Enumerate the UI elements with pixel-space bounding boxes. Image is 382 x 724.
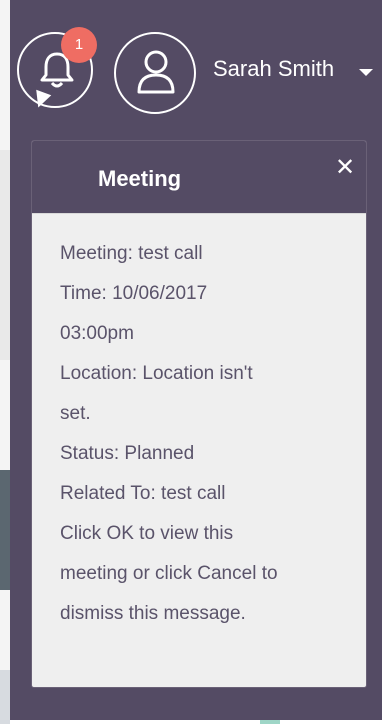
status-line: Status: Planned (60, 443, 195, 464)
bottom-edge (10, 720, 382, 724)
meeting-reminder-popover: Meeting ✕ Meeting: test call Time: 10/06… (31, 140, 367, 688)
user-icon (137, 50, 175, 94)
instruction-line: meeting or click Cancel to (60, 563, 278, 584)
chevron-down-icon[interactable] (359, 69, 373, 76)
background-block (0, 150, 10, 360)
user-avatar-button[interactable] (114, 32, 196, 114)
instruction-line: dismiss this message. (60, 603, 246, 624)
background-block (0, 470, 10, 590)
meeting-line: Meeting: test call (60, 243, 203, 264)
close-icon[interactable]: ✕ (332, 155, 358, 181)
bottom-accent (260, 720, 280, 724)
time-line: Time: 10/06/2017 (60, 283, 208, 304)
time-line-cont: 03:00pm (60, 323, 134, 344)
notification-count-badge[interactable]: 1 (61, 27, 97, 63)
background-page-strip (0, 0, 10, 724)
location-line-cont: set. (60, 403, 91, 424)
background-block (0, 670, 10, 724)
location-line: Location: Location isn't (60, 363, 253, 384)
related-to-line: Related To: test call (60, 483, 226, 504)
instruction-line: Click OK to view this (60, 523, 234, 544)
popover-body: Meeting: test call Time: 10/06/2017 03:0… (32, 214, 366, 634)
user-name-menu[interactable]: Sarah Smith (213, 54, 334, 84)
popover-header: Meeting ✕ (32, 141, 366, 214)
popover-title: Meeting (98, 166, 182, 191)
